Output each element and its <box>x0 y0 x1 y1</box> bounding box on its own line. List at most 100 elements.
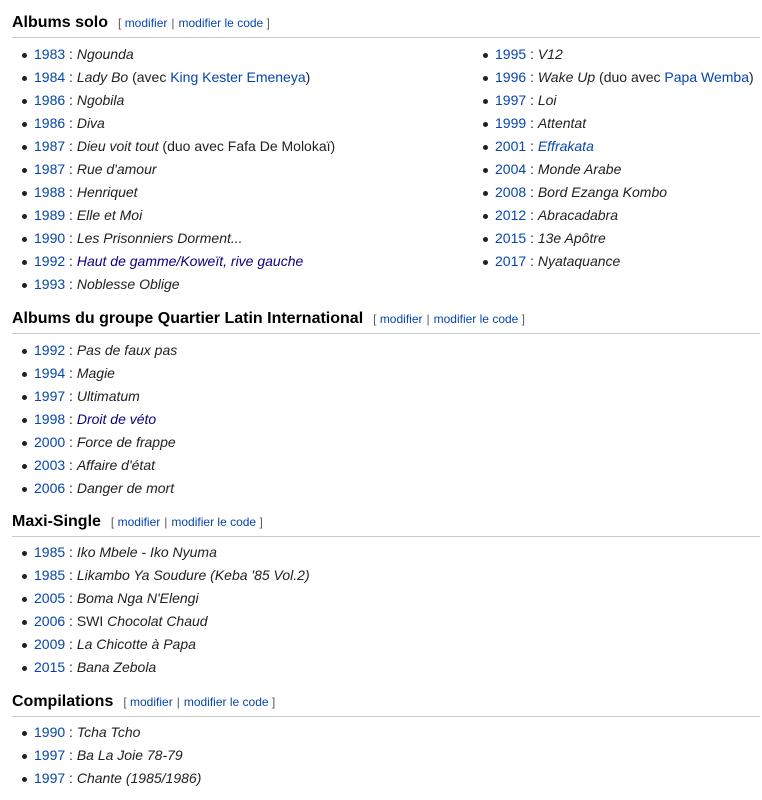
edit-source-link[interactable]: modifier le code <box>184 695 269 709</box>
year-link[interactable]: 2015 <box>495 230 526 246</box>
year-link[interactable]: 1985 <box>34 567 65 583</box>
list-item: 1989 : Elle et Moi <box>12 204 335 227</box>
list-item: 2003 : Affaire d'état <box>12 454 177 477</box>
separator: : <box>65 457 77 473</box>
separator: : <box>526 92 538 108</box>
collab-artist-link[interactable]: King Kester Emeneya <box>170 69 305 85</box>
edit-link[interactable]: modifier <box>125 16 168 30</box>
album-title: V12 <box>537 46 563 62</box>
year-link[interactable]: 2003 <box>34 457 65 473</box>
maxi-single-list: 1985 : Iko Mbele - Iko Nyuma 1985 : Likam… <box>12 541 310 679</box>
year-link[interactable]: 1983 <box>34 46 65 62</box>
year-link[interactable]: 1984 <box>34 69 65 85</box>
album-title: Force de frappe <box>76 434 176 450</box>
year-link[interactable]: 2001 <box>495 138 526 154</box>
year-link[interactable]: 1992 <box>34 253 65 269</box>
separator: : <box>65 567 77 583</box>
bullet-icon <box>483 53 488 58</box>
year-link[interactable]: 1989 <box>34 207 65 223</box>
bullet-icon <box>22 76 27 81</box>
year-link[interactable]: 1998 <box>34 411 65 427</box>
list-item: 1997 : Ba La Joie 78-79 <box>12 744 201 767</box>
separator: : <box>65 92 77 108</box>
album-title: 13e Apôtre <box>537 230 606 246</box>
year-link[interactable]: 1987 <box>34 138 65 154</box>
album-title: Henriquet <box>76 184 138 200</box>
year-link[interactable]: 1986 <box>34 115 65 131</box>
year-link[interactable]: 2006 <box>34 613 65 629</box>
list-item: 1983 : Ngounda <box>12 43 335 66</box>
year-link[interactable]: 2015 <box>34 659 65 675</box>
bullet-icon <box>22 620 27 625</box>
year-link[interactable]: 1997 <box>34 388 65 404</box>
separator: : <box>65 724 77 740</box>
bullet-icon <box>22 260 27 265</box>
edit-links: [ modifier | modifier le code ] <box>118 16 270 30</box>
album-title: Likambo Ya Soudure (Keba '85 Vol.2) <box>76 567 310 583</box>
list-item: 1987 : Dieu voit tout (duo avec Fafa De … <box>12 135 335 158</box>
edit-source-link[interactable]: modifier le code <box>434 312 519 326</box>
year-link[interactable]: 1996 <box>495 69 526 85</box>
album-title[interactable]: Haut de gamme/Koweït, rive gauche <box>77 253 303 269</box>
bullet-icon <box>483 191 488 196</box>
separator: : <box>526 46 538 62</box>
year-link[interactable]: 1993 <box>34 276 65 292</box>
year-link[interactable]: 2017 <box>495 253 526 269</box>
album-title: Lady Bo <box>76 69 129 85</box>
edit-link[interactable]: modifier <box>380 312 423 326</box>
list-item: 1994 : Magie <box>12 362 177 385</box>
list-item: 2000 : Force de frappe <box>12 431 177 454</box>
section-title: Compilations <box>12 693 114 710</box>
edit-link[interactable]: modifier <box>130 695 173 709</box>
list-item: 1999 : Attentat <box>473 112 754 135</box>
bullet-icon <box>22 597 27 602</box>
collab-artist-link[interactable]: Papa Wemba <box>664 69 749 85</box>
year-link[interactable]: 1987 <box>34 161 65 177</box>
year-link[interactable]: 1985 <box>34 544 65 560</box>
year-link[interactable]: 1997 <box>34 770 65 786</box>
album-title: Elle et Moi <box>76 207 143 223</box>
separator: : <box>526 253 538 269</box>
separator: : <box>65 276 77 292</box>
year-link[interactable]: 1994 <box>34 365 65 381</box>
edit-source-link[interactable]: modifier le code <box>171 515 256 529</box>
year-link[interactable]: 2012 <box>495 207 526 223</box>
year-link[interactable]: 2006 <box>34 480 65 496</box>
album-title: Ngounda <box>76 46 134 62</box>
album-title: Chocolat Chaud <box>107 613 208 629</box>
section-heading-maxi-single: Maxi-Single [ modifier | modifier le code ] <box>12 513 760 537</box>
year-link[interactable]: 2009 <box>34 636 65 652</box>
title-prefix: SWI <box>76 613 108 629</box>
year-link[interactable]: 1995 <box>495 46 526 62</box>
edit-links: [ modifier | modifier le code ] <box>373 312 526 326</box>
list-item: 2008 : Bord Ezanga Kombo <box>473 181 754 204</box>
year-link[interactable]: 1997 <box>34 747 65 763</box>
album-title[interactable]: Effrakata <box>538 138 594 154</box>
year-link[interactable]: 1988 <box>34 184 65 200</box>
album-title: Pas de faux pas <box>76 342 178 358</box>
separator: : <box>65 659 77 675</box>
edit-source-link[interactable]: modifier le code <box>179 16 264 30</box>
album-title: Bana Zebola <box>76 659 157 675</box>
year-link[interactable]: 2008 <box>495 184 526 200</box>
year-link[interactable]: 1999 <box>495 115 526 131</box>
list-item: 1984 : Lady Bo (avec King Kester Emeneya… <box>12 66 335 89</box>
year-link[interactable]: 2004 <box>495 161 526 177</box>
album-title[interactable]: Droit de véto <box>77 411 156 427</box>
album-title: Monde Arabe <box>537 161 622 177</box>
bullet-icon <box>22 53 27 58</box>
year-link[interactable]: 2000 <box>34 434 65 450</box>
year-link[interactable]: 1990 <box>34 724 65 740</box>
year-link[interactable]: 1992 <box>34 342 65 358</box>
year-link[interactable]: 2005 <box>34 590 65 606</box>
separator: : <box>65 253 77 269</box>
year-link[interactable]: 1997 <box>495 92 526 108</box>
year-link[interactable]: 1990 <box>34 230 65 246</box>
album-title: Magie <box>76 365 115 381</box>
album-title: Rue d'amour <box>76 161 157 177</box>
separator: : <box>526 207 538 223</box>
collab-note: (duo avec <box>595 69 665 85</box>
list-item: 1997 : Chante (1985/1986) <box>12 767 201 790</box>
edit-link[interactable]: modifier <box>118 515 161 529</box>
year-link[interactable]: 1986 <box>34 92 65 108</box>
